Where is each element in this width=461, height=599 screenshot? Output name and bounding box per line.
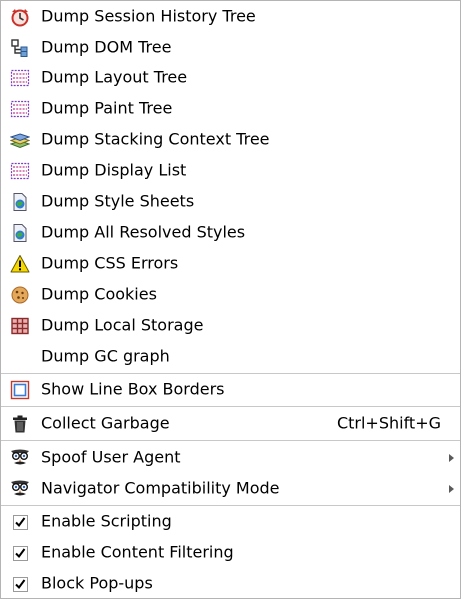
submenu-arrow-icon <box>449 454 454 462</box>
menu-item-dump-gc-graph[interactable]: Dump GC graph <box>1 342 460 372</box>
style-sheet-icon <box>9 191 31 213</box>
warning-icon <box>9 253 31 275</box>
menu-item-dump-cookies[interactable]: Dump Cookies <box>1 280 460 310</box>
menu-item-shortcut: Ctrl+Shift+G <box>336 413 441 433</box>
trash-icon <box>9 413 31 435</box>
menu-item-label: Enable Scripting <box>41 511 172 531</box>
menu-item-label: Dump Layout Tree <box>41 67 188 87</box>
menu-item-dump-session-history-tree[interactable]: Dump Session History Tree <box>1 2 460 32</box>
menu-item-label: Dump All Resolved Styles <box>41 222 246 242</box>
menu-item-label: Collect Garbage <box>41 413 170 433</box>
debug-context-menu: Dump Session History Tree Dump DOM Tree … <box>0 0 461 599</box>
menu-item-dump-all-resolved-styles[interactable]: Dump All Resolved Styles <box>1 218 460 248</box>
dom-tree-icon <box>9 37 31 59</box>
layout-tree-icon <box>9 67 31 89</box>
menu-item-label: Block Pop-ups <box>41 573 153 593</box>
style-sheet-icon <box>9 222 31 244</box>
menu-item-dump-css-errors[interactable]: Dump CSS Errors <box>1 249 460 279</box>
menu-item-label: Dump CSS Errors <box>41 253 179 273</box>
menu-item-label: Navigator Compatibility Mode <box>41 478 280 498</box>
menu-item-show-line-box-borders[interactable]: Show Line Box Borders <box>1 375 460 405</box>
cookie-icon <box>9 284 31 306</box>
menu-item-spoof-user-agent[interactable]: Spoof User Agent <box>1 443 460 473</box>
menu-item-label: Dump Style Sheets <box>41 191 195 211</box>
line-box-borders-icon <box>9 379 31 401</box>
menu-item-label: Dump Display List <box>41 160 187 180</box>
menu-item-dump-layout-tree[interactable]: Dump Layout Tree <box>1 63 460 93</box>
menu-separator <box>1 406 460 407</box>
menu-item-label: Dump Stacking Context Tree <box>41 129 270 149</box>
menu-item-dump-style-sheets[interactable]: Dump Style Sheets <box>1 187 460 217</box>
menu-item-label: Show Line Box Borders <box>41 379 225 399</box>
menu-item-label: Dump Paint Tree <box>41 98 173 118</box>
menu-item-label: Enable Content Filtering <box>41 542 234 562</box>
checkbox-checked-icon[interactable] <box>9 542 31 564</box>
spy-mask-icon <box>9 478 31 500</box>
display-list-icon <box>9 160 31 182</box>
menu-item-block-pop-ups[interactable]: Block Pop-ups <box>1 569 460 599</box>
menu-item-collect-garbage[interactable]: Collect Garbage Ctrl+Shift+G <box>1 409 460 439</box>
paint-tree-icon <box>9 98 31 120</box>
menu-item-label: Dump Local Storage <box>41 315 204 335</box>
menu-item-label: Dump Session History Tree <box>41 6 256 26</box>
menu-item-enable-scripting[interactable]: Enable Scripting <box>1 507 460 537</box>
menu-separator <box>1 440 460 441</box>
menu-item-navigator-compatibility-mode[interactable]: Navigator Compatibility Mode <box>1 474 460 504</box>
menu-item-dump-display-list[interactable]: Dump Display List <box>1 156 460 186</box>
storage-grid-icon <box>9 315 31 337</box>
menu-item-label: Dump GC graph <box>41 346 170 366</box>
menu-item-dump-dom-tree[interactable]: Dump DOM Tree <box>1 33 460 63</box>
spy-mask-icon <box>9 447 31 469</box>
menu-item-label: Dump DOM Tree <box>41 37 172 57</box>
menu-item-label: Dump Cookies <box>41 284 157 304</box>
menu-item-dump-paint-tree[interactable]: Dump Paint Tree <box>1 94 460 124</box>
submenu-arrow-icon <box>449 485 454 493</box>
session-history-icon <box>9 6 31 28</box>
checkbox-checked-icon[interactable] <box>9 511 31 533</box>
menu-separator <box>1 373 460 374</box>
checkbox-checked-icon[interactable] <box>9 573 31 595</box>
menu-item-enable-content-filtering[interactable]: Enable Content Filtering <box>1 538 460 568</box>
menu-item-label: Spoof User Agent <box>41 447 181 467</box>
menu-item-dump-local-storage[interactable]: Dump Local Storage <box>1 311 460 341</box>
stacking-layers-icon <box>9 129 31 151</box>
menu-item-dump-stacking-context-tree[interactable]: Dump Stacking Context Tree <box>1 125 460 155</box>
menu-separator <box>1 505 460 506</box>
